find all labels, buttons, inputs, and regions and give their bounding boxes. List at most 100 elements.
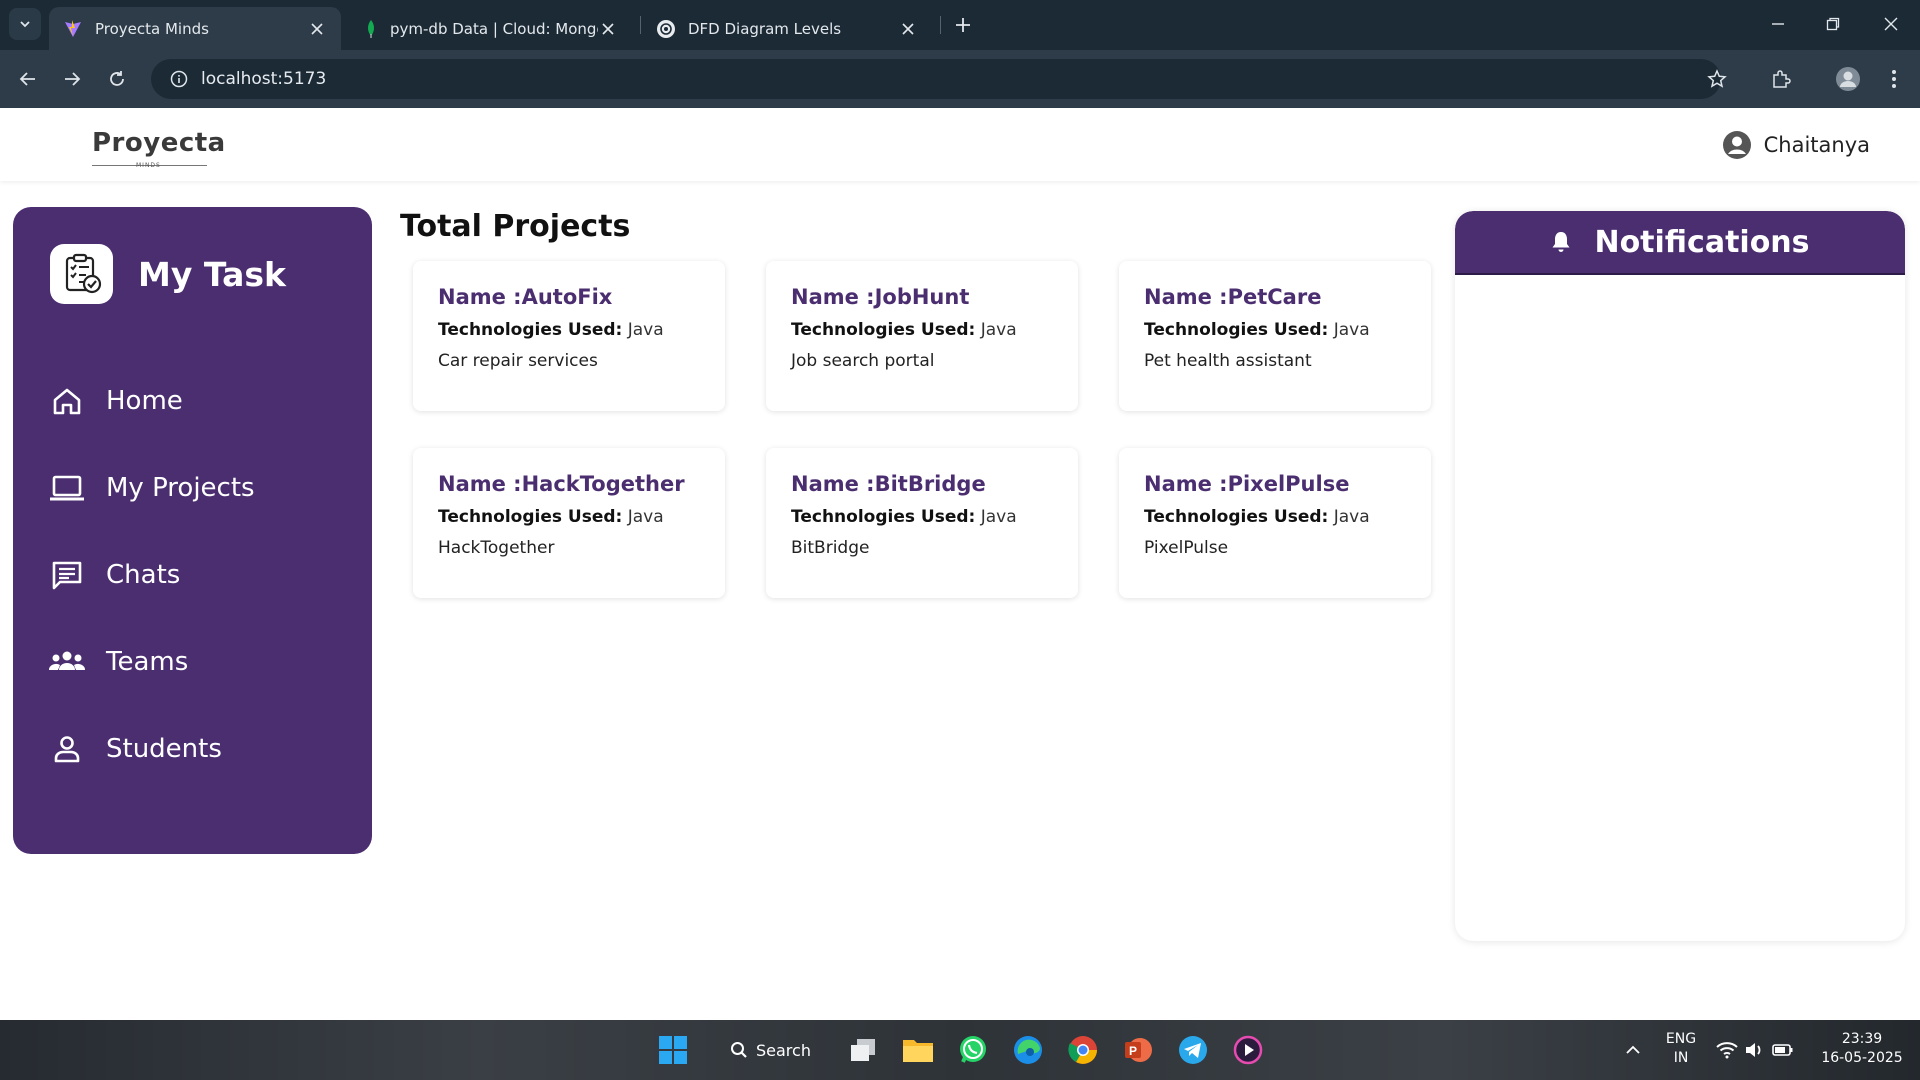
minimize-button[interactable] (1753, 6, 1803, 42)
project-tech: Technologies Used: Java (438, 507, 700, 527)
project-card[interactable]: Name :HackTogether Technologies Used: Ja… (413, 448, 725, 598)
sidebar-item-teams[interactable]: Teams (48, 618, 255, 705)
browser-menu-button[interactable] (1878, 63, 1910, 95)
project-name: Name :BitBridge (791, 472, 986, 496)
tech-label: Technologies Used: (1144, 507, 1329, 527)
sidebar-item-label: My Projects (106, 472, 255, 503)
tech-value: Java (627, 507, 664, 527)
browser-toolbar: localhost:5173 (0, 50, 1920, 108)
plus-icon (956, 18, 970, 32)
profile-avatar[interactable] (1832, 63, 1864, 95)
sidebar-item-chats[interactable]: Chats (48, 531, 255, 618)
restore-button[interactable] (1808, 6, 1858, 42)
new-tab-button[interactable] (950, 12, 976, 38)
minimize-icon (1772, 23, 1784, 25)
reload-button[interactable] (101, 63, 133, 95)
chrome-button[interactable] (1065, 1032, 1101, 1068)
back-button[interactable] (12, 63, 44, 95)
tech-value: Java (1333, 507, 1370, 527)
tray-overflow-button[interactable] (1615, 1032, 1651, 1068)
whatsapp-icon (960, 1036, 986, 1063)
notifications-title: Notifications (1594, 224, 1810, 260)
language-indicator[interactable]: ENG IN (1662, 1030, 1700, 1068)
logo-subtext: MINDS (136, 162, 161, 169)
user-name: Chaitanya (1763, 133, 1870, 157)
project-tech: Technologies Used: Java (791, 507, 1053, 527)
chrome-icon (1068, 1036, 1097, 1064)
mongodb-leaf-icon (368, 19, 374, 38)
project-card[interactable]: Name :AutoFix Technologies Used: Java Ca… (413, 261, 725, 411)
close-window-button[interactable] (1866, 6, 1916, 42)
taskbar: Search P ENG IN 23:39 16-05-2025 (0, 1020, 1920, 1080)
quick-settings-button[interactable] (1710, 1032, 1800, 1068)
restore-icon (1826, 17, 1840, 31)
telegram-button[interactable] (1175, 1032, 1211, 1068)
site-info-icon[interactable] (157, 59, 201, 99)
chevron-down-icon (20, 21, 30, 28)
whatsapp-button[interactable] (955, 1032, 991, 1068)
tech-value: Java (1333, 320, 1370, 340)
tab-title: Proyecta Minds (95, 19, 209, 38)
tech-label: Technologies Used: (438, 507, 623, 527)
file-explorer-button[interactable] (900, 1032, 936, 1068)
address-bar[interactable]: localhost:5173 (151, 59, 1721, 99)
sidebar-item-label: Home (106, 385, 183, 416)
close-icon[interactable] (598, 19, 618, 39)
taskbar-search[interactable]: Search (730, 1032, 811, 1068)
tech-label: Technologies Used: (791, 507, 976, 527)
chatgpt-icon (657, 19, 675, 38)
project-card[interactable]: Name :JobHunt Technologies Used: Java Jo… (766, 261, 1078, 411)
language-code: ENG (1665, 1031, 1697, 1047)
battery-icon (1772, 1044, 1793, 1056)
tech-value: Java (627, 320, 664, 340)
chat-icon (48, 556, 86, 594)
sidebar-brand: My Task (50, 244, 286, 304)
tab-dfd[interactable]: DFD Diagram Levels (642, 7, 932, 50)
project-description: BitBridge (791, 538, 870, 558)
project-tech: Technologies Used: Java (791, 320, 1053, 340)
taskbar-search-label: Search (756, 1040, 811, 1060)
edge-button[interactable] (1010, 1032, 1046, 1068)
close-icon[interactable] (898, 19, 918, 39)
project-card[interactable]: Name :PixelPulse Technologies Used: Java… (1119, 448, 1431, 598)
language-region: IN (1673, 1050, 1689, 1066)
extensions-button[interactable] (1765, 63, 1797, 95)
task-view-button[interactable] (845, 1032, 881, 1068)
user-menu[interactable]: Chaitanya (1722, 130, 1870, 160)
more-vertical-icon (1892, 70, 1896, 88)
tab-proyecta[interactable]: Proyecta Minds (49, 7, 341, 50)
tab-mongodb[interactable]: pym-db Data | Cloud: MongoDB (350, 7, 632, 50)
tech-value: Java (980, 320, 1017, 340)
close-icon[interactable] (307, 19, 327, 39)
sidebar-item-my-projects[interactable]: My Projects (48, 444, 255, 531)
volume-icon (1746, 1043, 1761, 1057)
tab-search-button[interactable] (9, 8, 41, 40)
play-icon (1233, 1035, 1263, 1065)
clock[interactable]: 23:39 16-05-2025 (1812, 1030, 1912, 1068)
reload-icon (110, 71, 124, 86)
forward-button[interactable] (56, 63, 88, 95)
start-button[interactable] (655, 1032, 691, 1068)
bookmark-button[interactable] (1701, 63, 1733, 95)
notifications-header: Notifications (1455, 211, 1905, 275)
project-name: Name :PixelPulse (1144, 472, 1350, 496)
chevron-up-icon (1626, 1045, 1640, 1054)
sidebar-item-students[interactable]: Students (48, 705, 255, 792)
media-player-button[interactable] (1230, 1032, 1266, 1068)
arrow-left-icon (19, 72, 35, 86)
project-card[interactable]: Name :BitBridge Technologies Used: Java … (766, 448, 1078, 598)
wifi-icon (1716, 1042, 1738, 1059)
avatar-icon (1836, 67, 1860, 91)
logo[interactable]: Proyecta MINDS (92, 128, 226, 169)
home-icon (48, 382, 86, 420)
page-title: Total Projects (400, 209, 631, 244)
sidebar-item-home[interactable]: Home (48, 357, 255, 444)
sidebar: My Task Home My Projects Chats Teams Stu… (13, 207, 372, 854)
project-description: Car repair services (438, 351, 598, 371)
logo-text: Proyecta (92, 128, 226, 158)
search-icon (731, 1042, 747, 1058)
close-icon (1884, 17, 1898, 31)
project-card[interactable]: Name :PetCare Technologies Used: Java Pe… (1119, 261, 1431, 411)
powerpoint-button[interactable]: P (1120, 1032, 1156, 1068)
project-name: Name :HackTogether (438, 472, 685, 496)
